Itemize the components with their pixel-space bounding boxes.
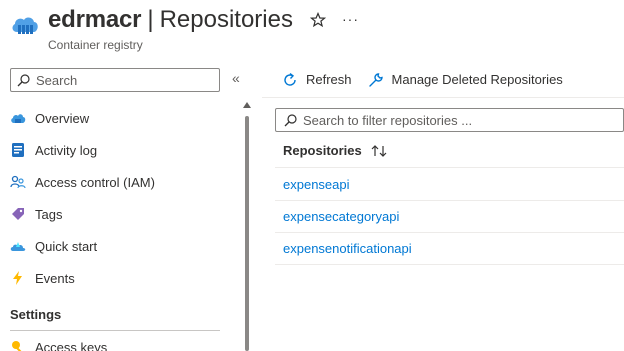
sidebar-scrollbar-thumb[interactable] bbox=[245, 116, 249, 351]
page-name: Repositories bbox=[159, 6, 293, 33]
section-divider bbox=[10, 330, 220, 331]
collapse-menu-icon[interactable]: « bbox=[232, 70, 240, 86]
menu-item-quick-start[interactable]: Quick start bbox=[0, 230, 240, 262]
refresh-icon bbox=[284, 72, 296, 86]
page-title: edrmacr | Repositories bbox=[48, 6, 293, 34]
favorite-star-icon[interactable] bbox=[310, 12, 326, 28]
main-content: Refresh Manage Deleted Repositories Sear… bbox=[262, 62, 624, 351]
table-row: expenseapi bbox=[275, 169, 624, 201]
table-row: expensecategoryapi bbox=[275, 201, 624, 233]
menu-item-label: Access control (IAM) bbox=[35, 174, 155, 190]
menu-item-label: Activity log bbox=[35, 142, 98, 158]
repository-link[interactable]: expenseapi bbox=[283, 177, 350, 192]
repositories-column-header[interactable]: Repositories bbox=[275, 134, 624, 168]
repository-link[interactable]: expensenotificationapi bbox=[283, 241, 412, 256]
table-row: expensenotificationapi bbox=[275, 233, 624, 265]
page-header: edrmacr | Repositories ··· Container reg… bbox=[0, 0, 624, 62]
manage-deleted-label: Manage Deleted Repositories bbox=[391, 72, 563, 87]
search-icon bbox=[284, 113, 297, 126]
more-options-icon[interactable]: ··· bbox=[342, 11, 359, 27]
menu-search-input[interactable]: Search bbox=[10, 68, 220, 92]
filter-placeholder: Search to filter repositories ... bbox=[303, 112, 473, 128]
menu-item-label: Quick start bbox=[35, 238, 98, 254]
wrench-icon bbox=[368, 72, 383, 87]
people-icon bbox=[10, 174, 26, 190]
container-registry-icon bbox=[12, 17, 38, 34]
lightning-icon bbox=[10, 270, 26, 286]
settings-section-title: Settings bbox=[10, 307, 62, 322]
title-separator: | bbox=[147, 6, 154, 33]
column-header-label: Repositories bbox=[283, 143, 362, 158]
menu-item-label: Access keys bbox=[35, 339, 108, 351]
menu-item-access-control[interactable]: Access control (IAM) bbox=[0, 166, 240, 198]
manage-deleted-repositories-button[interactable]: Manage Deleted Repositories bbox=[368, 72, 563, 88]
menu-item-label: Overview bbox=[35, 110, 90, 126]
menu-item-access-keys[interactable]: Access keys bbox=[10, 339, 107, 351]
repository-filter-input[interactable]: Search to filter repositories ... bbox=[275, 108, 624, 132]
activity-log-icon bbox=[10, 142, 26, 158]
menu-item-events[interactable]: Events bbox=[0, 262, 240, 294]
refresh-button[interactable]: Refresh bbox=[282, 72, 352, 88]
menu-item-label: Events bbox=[35, 270, 75, 286]
menu-item-activity-log[interactable]: Activity log bbox=[0, 134, 240, 166]
refresh-label: Refresh bbox=[306, 72, 352, 87]
key-icon bbox=[10, 339, 26, 351]
sort-icon[interactable] bbox=[370, 144, 388, 158]
tag-icon bbox=[10, 206, 26, 222]
page-subtitle: Container registry bbox=[48, 38, 143, 52]
registry-name: edrmacr bbox=[48, 6, 142, 33]
menu-search-placeholder: Search bbox=[36, 72, 78, 88]
menu-item-tags[interactable]: Tags bbox=[0, 198, 240, 230]
scroll-up-arrow-icon[interactable] bbox=[243, 102, 251, 108]
menu-item-label: Tags bbox=[35, 206, 63, 222]
resource-menu: Search « Overview Activity log Access co… bbox=[0, 62, 252, 351]
repositories-list: expenseapi expensecategoryapi expensenot… bbox=[275, 169, 624, 265]
cloud-icon bbox=[10, 110, 26, 126]
rocket-cloud-icon bbox=[10, 238, 26, 254]
search-icon bbox=[17, 73, 30, 86]
menu-item-overview[interactable]: Overview bbox=[0, 102, 240, 134]
menu-list: Overview Activity log Access control (IA… bbox=[0, 102, 240, 294]
repository-link[interactable]: expensecategoryapi bbox=[283, 209, 399, 224]
command-bar: Refresh Manage Deleted Repositories bbox=[262, 62, 624, 98]
